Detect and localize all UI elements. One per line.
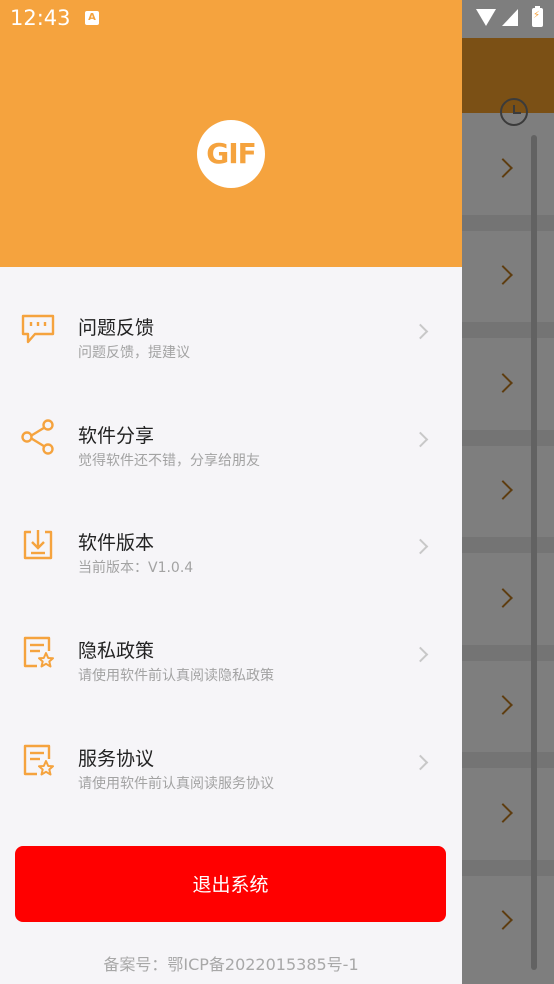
cell-signal-icon [502,9,518,26]
background-scrollbar[interactable] [531,135,537,970]
wifi-icon [476,9,496,26]
history-clock-icon[interactable] [500,98,528,126]
background-list-item[interactable] [462,877,554,967]
icp-record-number: 备案号：鄂ICP备2022015385号-1 [103,955,359,974]
navigation-drawer: GIF 问题反馈 问题反馈，提建议 软件分享 觉得软件还不错，分享给朋友 软件版… [0,0,462,984]
background-divider [462,537,554,553]
background-list-item[interactable] [462,770,554,860]
background-divider [462,215,554,231]
download-icon [23,530,53,560]
menu-item-feedback[interactable]: 问题反馈 问题反馈，提建议 [0,275,462,382]
chevron-right-icon [412,754,429,771]
menu-item-share[interactable]: 软件分享 觉得软件还不错，分享给朋友 [0,383,462,490]
menu-item-version[interactable]: 软件版本 当前版本：V1.0.4 [0,490,462,597]
chevron-right-icon [412,431,429,448]
chevron-right-icon [412,538,429,555]
menu-item-subtitle: 请使用软件前认真阅读服务协议 [78,776,274,792]
status-bar: 12:43 A [0,0,554,38]
background-list-item[interactable] [462,555,554,645]
background-list-item[interactable] [462,340,554,430]
menu-item-title: 隐私政策 [78,640,155,662]
background-divider [462,860,554,876]
document-icon [23,744,54,776]
background-list-item[interactable] [462,447,554,537]
menu-item-subtitle: 当前版本：V1.0.4 [78,560,194,576]
background-list-item[interactable] [462,662,554,752]
notification-a-icon: A [85,11,99,25]
menu-item-subtitle: 问题反馈，提建议 [78,345,190,361]
share-icon [21,419,54,455]
status-time: 12:43 [10,6,71,30]
battery-charging-icon [532,6,543,27]
menu-item-title: 问题反馈 [78,317,155,339]
drawer-header: GIF [0,0,462,267]
menu-item-title: 软件分享 [78,425,155,447]
background-divider [462,645,554,661]
document-icon [23,636,54,668]
background-divider [462,322,554,338]
background-divider [462,752,554,768]
menu-item-privacy-policy[interactable]: 隐私政策 请使用软件前认真阅读隐私政策 [0,598,462,705]
menu-item-title: 软件版本 [78,532,155,554]
menu-item-subtitle: 觉得软件还不错，分享给朋友 [78,453,260,469]
menu-item-service-agreement[interactable]: 服务协议 请使用软件前认真阅读服务协议 [0,706,462,813]
chevron-right-icon [412,323,429,340]
background-list-item[interactable] [462,232,554,322]
menu-item-title: 服务协议 [78,748,155,770]
background-divider [462,430,554,446]
background-list-item[interactable] [462,125,554,215]
menu-item-subtitle: 请使用软件前认真阅读隐私政策 [78,668,274,684]
app-logo: GIF [197,120,265,188]
logout-button[interactable]: 退出系统 [15,846,446,922]
feedback-icon [21,314,55,344]
chevron-right-icon [412,646,429,663]
